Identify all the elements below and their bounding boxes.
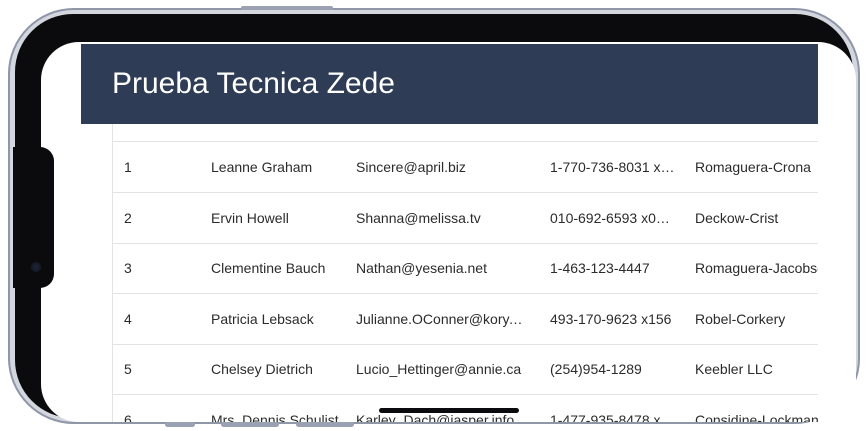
cell-company: Keebler LLC	[695, 361, 773, 377]
app-header: Prueba Tecnica Zede	[81, 44, 818, 124]
cell-id: 1	[124, 159, 132, 175]
front-camera	[31, 262, 41, 272]
cell-phone: 010-692-6593 x09125	[550, 210, 676, 226]
home-indicator[interactable]	[379, 408, 519, 413]
table-row[interactable]: 4 Patricia Lebsack Julianne.OConner@kory…	[113, 294, 818, 345]
cell-phone: 1-463-123-4447	[550, 260, 650, 276]
table-header-remnant	[113, 124, 818, 142]
cell-name: Clementine Bauch	[211, 260, 326, 276]
cell-email: Lucio_Hettinger@annie.ca	[356, 361, 522, 377]
cell-company: Deckow-Crist	[695, 210, 779, 226]
cell-company: Romaguera-Crona	[695, 159, 811, 175]
app-viewport: Prueba Tecnica Zede 1 Leanne Graham Sinc…	[81, 44, 818, 422]
cell-name: Patricia Lebsack	[211, 311, 314, 327]
page-title: Prueba Tecnica Zede	[112, 67, 395, 100]
side-button-bottom-2	[221, 422, 279, 427]
cell-id: 3	[124, 260, 132, 276]
cell-email: Julianne.OConner@kory.org	[356, 311, 526, 327]
cell-phone: 1-477-935-8478 x6430	[550, 412, 676, 422]
cell-id: 2	[124, 210, 132, 226]
table-row[interactable]: 2 Ervin Howell Shanna@melissa.tv 010-692…	[113, 193, 818, 244]
cell-name: Leanne Graham	[211, 159, 313, 175]
cell-company: Robel-Corkery	[695, 311, 786, 327]
side-button-bottom-3	[296, 422, 354, 427]
cell-company: Considine-Lockman	[695, 412, 818, 422]
cell-company: Romaguera-Jacobson	[695, 260, 818, 276]
cell-id: 6	[124, 412, 132, 422]
cell-name: Chelsey Dietrich	[211, 361, 313, 377]
cell-name: Ervin Howell	[211, 210, 289, 226]
users-table[interactable]: 1 Leanne Graham Sincere@april.biz 1-770-…	[112, 124, 818, 422]
table-row[interactable]: 5 Chelsey Dietrich Lucio_Hettinger@annie…	[113, 344, 818, 395]
table-row[interactable]: 1 Leanne Graham Sincere@april.biz 1-770-…	[113, 142, 818, 193]
cell-phone: (254)954-1289	[550, 361, 642, 377]
side-button-bottom-1	[165, 422, 195, 427]
cell-phone: 1-770-736-8031 x56442	[550, 159, 676, 175]
cell-id: 5	[124, 361, 132, 377]
phone-bezel: Prueba Tecnica Zede 1 Leanne Graham Sinc…	[15, 14, 856, 422]
cell-phone: 493-170-9623 x156	[550, 311, 672, 327]
cell-email: Nathan@yesenia.net	[356, 260, 487, 276]
cell-id: 4	[124, 311, 132, 327]
phone-screen: Prueba Tecnica Zede 1 Leanne Graham Sinc…	[41, 42, 856, 422]
table-row[interactable]: 3 Clementine Bauch Nathan@yesenia.net 1-…	[113, 243, 818, 294]
cell-name: Mrs. Dennis Schulist	[211, 412, 339, 422]
side-button-top	[241, 6, 333, 10]
cell-email: Shanna@melissa.tv	[356, 210, 481, 226]
cell-email: Sincere@april.biz	[356, 159, 466, 175]
